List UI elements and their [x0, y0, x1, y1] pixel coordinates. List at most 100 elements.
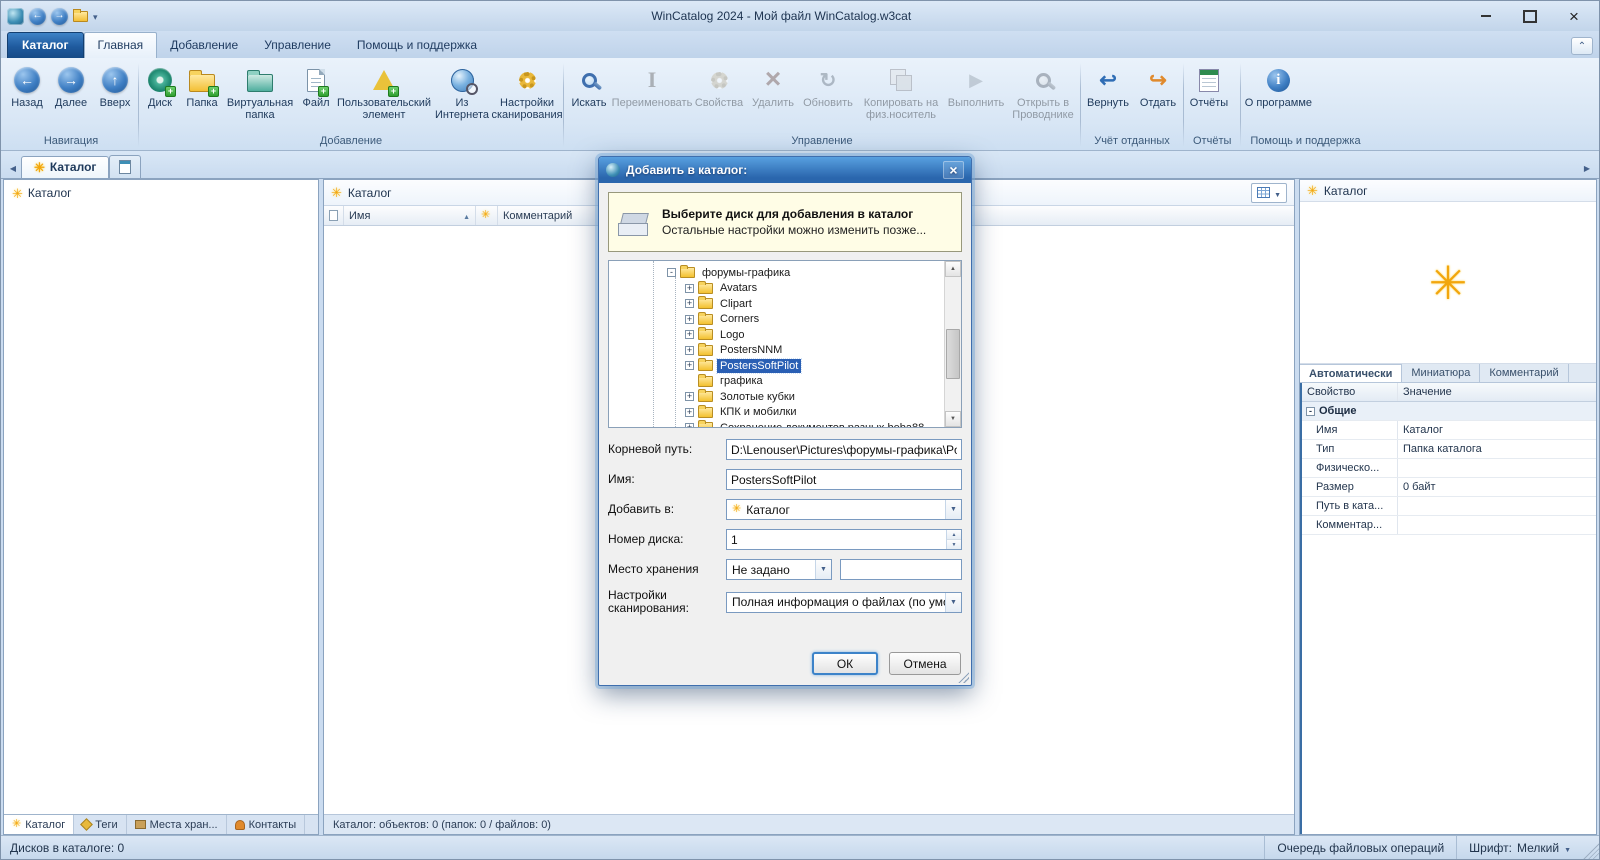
lend-button[interactable]: Отдать — [1134, 62, 1182, 111]
storage-place-combo[interactable]: Не задано — [726, 559, 832, 580]
cancel-button[interactable]: Отмена — [889, 652, 961, 675]
tree-row[interactable]: - форумы-графика — [609, 265, 944, 281]
name-input[interactable] — [727, 470, 961, 489]
font-size-selector[interactable]: Шрифт: Мелкий — [1456, 836, 1583, 859]
left-tab-storage-places[interactable]: Места хран... — [127, 815, 227, 834]
update-button[interactable]: Обновить — [799, 62, 857, 111]
back-button[interactable]: Назад — [5, 62, 49, 111]
left-tab-tags[interactable]: Теги — [74, 815, 127, 834]
ok-button[interactable]: ОК — [812, 652, 878, 675]
tree-row[interactable]: + Clipart — [609, 296, 944, 312]
doc-tab-catalog[interactable]: Каталог — [21, 156, 110, 178]
property-row[interactable]: Комментар... — [1302, 516, 1596, 535]
tab-help[interactable]: Помощь и поддержка — [344, 33, 490, 58]
minimize-button[interactable] — [1465, 3, 1507, 29]
tree-item-catalog-root[interactable]: Каталог — [12, 186, 310, 200]
column-type[interactable] — [324, 206, 344, 225]
expand-box-icon[interactable]: + — [685, 361, 694, 371]
delete-button[interactable]: Удалить — [747, 62, 799, 111]
column-icon[interactable] — [476, 206, 498, 225]
tree-row-selected[interactable]: + PostersSoftPilot — [609, 357, 944, 374]
tree-row[interactable]: + КПК и мобилки — [609, 404, 944, 421]
return-button[interactable]: Вернуть — [1082, 62, 1134, 111]
view-mode-button[interactable] — [1251, 182, 1287, 203]
add-custom-item-button[interactable]: Пользовательский элемент — [336, 62, 432, 123]
tree-scrollbar[interactable] — [944, 261, 961, 427]
tree-row[interactable]: + Золотые кубки — [609, 389, 944, 405]
tree-row[interactable]: + Corners — [609, 311, 944, 328]
qat-folder-icon[interactable] — [73, 8, 88, 22]
expand-box-icon[interactable]: + — [685, 345, 694, 355]
property-row[interactable]: Имя Каталог — [1302, 421, 1596, 440]
collapse-box-icon[interactable]: - — [1306, 406, 1315, 416]
about-button[interactable]: О программе — [1242, 62, 1314, 111]
scan-settings-combo[interactable]: Полная информация о файлах (по умолчани — [726, 591, 962, 613]
ribbon-collapse-button[interactable] — [1571, 37, 1593, 55]
disk-number-stepper[interactable] — [946, 530, 961, 549]
forward-button[interactable]: Далее — [49, 62, 93, 111]
properties-button[interactable]: Свойства — [691, 62, 747, 111]
spinner-up-icon[interactable] — [947, 530, 961, 540]
qat-forward-icon[interactable] — [51, 7, 68, 25]
left-tab-contacts[interactable]: Контакты — [227, 815, 306, 834]
add-to-combo[interactable]: Каталог — [726, 499, 962, 520]
file-menu-button[interactable]: Каталог — [7, 32, 84, 58]
tree-row[interactable]: + PostersNNM — [609, 342, 944, 359]
disk-number-input[interactable] — [727, 530, 946, 549]
tree-row[interactable]: + Logo — [609, 327, 944, 343]
expand-box-icon[interactable]: + — [685, 299, 694, 309]
properties-group-row[interactable]: - Общие — [1302, 402, 1596, 421]
root-path-input[interactable] — [727, 440, 961, 459]
add-disk-button[interactable]: Диск — [140, 62, 180, 111]
expand-box-icon[interactable]: + — [685, 314, 694, 324]
resize-grip[interactable] — [1583, 836, 1599, 859]
search-button[interactable]: Искать — [565, 62, 613, 111]
tree-row[interactable]: графика — [609, 373, 944, 390]
left-tab-catalog[interactable]: Каталог — [4, 815, 75, 834]
reports-button[interactable]: Отчёты — [1185, 62, 1233, 111]
add-file-button[interactable]: Файл — [296, 62, 336, 111]
doc-tab-report[interactable] — [109, 155, 142, 178]
chevron-down-icon[interactable] — [815, 560, 831, 579]
expand-box-icon[interactable]: + — [685, 283, 694, 293]
scrollbar-thumb[interactable] — [946, 329, 960, 379]
app-icon[interactable] — [7, 7, 24, 25]
run-button[interactable]: Выполнить — [945, 62, 1007, 111]
expand-box-icon[interactable]: + — [685, 392, 694, 402]
open-in-explorer-button[interactable]: Открыть в Проводнике — [1007, 62, 1079, 123]
tab-management[interactable]: Управление — [251, 33, 344, 58]
dialog-close-icon[interactable] — [943, 161, 964, 179]
collapse-box-icon[interactable]: - — [667, 268, 676, 278]
preview-tab-thumbnail[interactable]: Миниатюра — [1402, 364, 1481, 382]
add-virtual-folder-button[interactable]: Виртуальная папка — [224, 62, 296, 123]
maximize-button[interactable] — [1509, 3, 1551, 29]
scroll-down-icon[interactable] — [945, 411, 961, 427]
copy-to-media-button[interactable]: Копировать на физ.носитель — [857, 62, 945, 123]
add-folder-button[interactable]: Папка — [180, 62, 224, 111]
chevron-down-icon[interactable] — [945, 500, 961, 519]
tab-scroll-left-icon[interactable] — [5, 159, 21, 178]
dialog-resize-grip[interactable] — [957, 671, 969, 683]
column-name[interactable]: Имя — [344, 206, 476, 225]
preview-tab-automatic[interactable]: Автоматически — [1300, 364, 1403, 382]
tree-row[interactable]: + Сохранение документов разных beba88 — [609, 420, 944, 427]
storage-place-extra-input[interactable] — [841, 560, 961, 579]
expand-box-icon[interactable]: + — [685, 407, 694, 417]
up-button[interactable]: Вверх — [93, 62, 137, 111]
tab-adding[interactable]: Добавление — [157, 33, 251, 58]
scroll-up-icon[interactable] — [945, 261, 961, 277]
property-row[interactable]: Физическо... — [1302, 459, 1596, 478]
property-row[interactable]: Путь в ката... — [1302, 497, 1596, 516]
qat-back-icon[interactable] — [29, 7, 46, 25]
chevron-down-icon[interactable] — [945, 592, 961, 612]
file-operations-queue-button[interactable]: Очередь файловых операций — [1264, 836, 1456, 859]
property-row[interactable]: Тип Папка каталога — [1302, 440, 1596, 459]
rename-button[interactable]: Переименовать — [612, 62, 693, 111]
tree-row[interactable]: + Avatars — [609, 280, 944, 297]
spinner-down-icon[interactable] — [947, 540, 961, 549]
tab-scroll-right-icon[interactable] — [1579, 159, 1595, 178]
add-from-internet-button[interactable]: Из Интернета — [432, 62, 492, 123]
preview-tab-comment[interactable]: Комментарий — [1480, 364, 1569, 382]
expand-box-icon[interactable]: + — [685, 330, 694, 340]
close-button[interactable] — [1553, 3, 1595, 29]
